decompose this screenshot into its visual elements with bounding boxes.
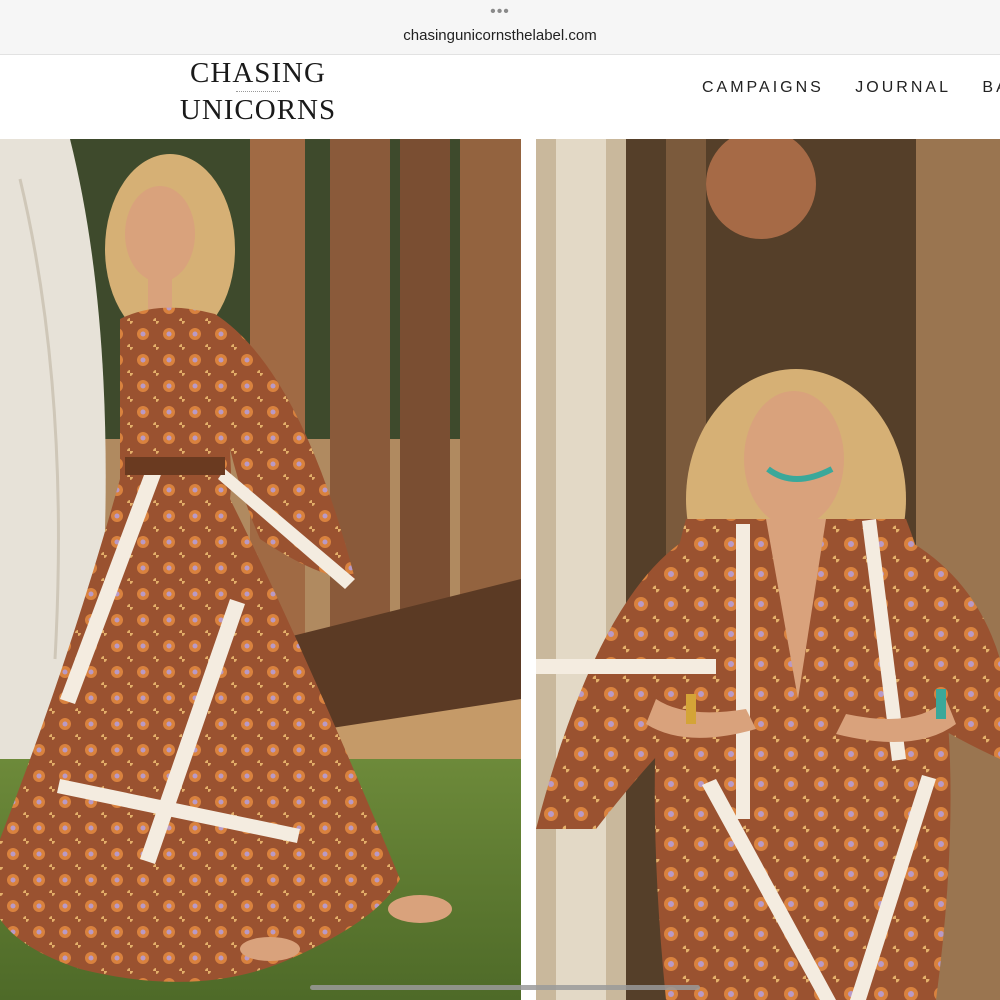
logo-separator: [158, 89, 358, 95]
nav-item-campaigns[interactable]: CAMPAIGNS: [702, 79, 824, 96]
logo-line-2: UNICORNS: [179, 94, 337, 126]
browser-address-bar: ••• chasingunicornsthelabel.com: [0, 0, 1000, 55]
url-field[interactable]: chasingunicornsthelabel.com: [0, 27, 1000, 44]
model-walking-photo[interactable]: [0, 139, 521, 1000]
nav-item-bag[interactable]: BAG: [982, 79, 1000, 96]
browser-menu-dots-icon[interactable]: •••: [0, 4, 1000, 20]
model-portrait-illustration: [536, 139, 1000, 1000]
nav-item-journal[interactable]: JOURNAL: [855, 79, 951, 96]
logo-line-1: CHASING: [190, 57, 326, 89]
model-walking-illustration: [0, 139, 521, 1000]
site-header: CHASING UNICORNS CAMPAIGNS JOURNAL BAG: [0, 55, 1000, 138]
model-portrait-photo[interactable]: [536, 139, 1000, 1000]
main-nav: CAMPAIGNS JOURNAL BAG: [702, 79, 1000, 97]
horizontal-scrollbar[interactable]: [310, 985, 700, 990]
site-logo[interactable]: CHASING UNICORNS: [158, 57, 358, 125]
